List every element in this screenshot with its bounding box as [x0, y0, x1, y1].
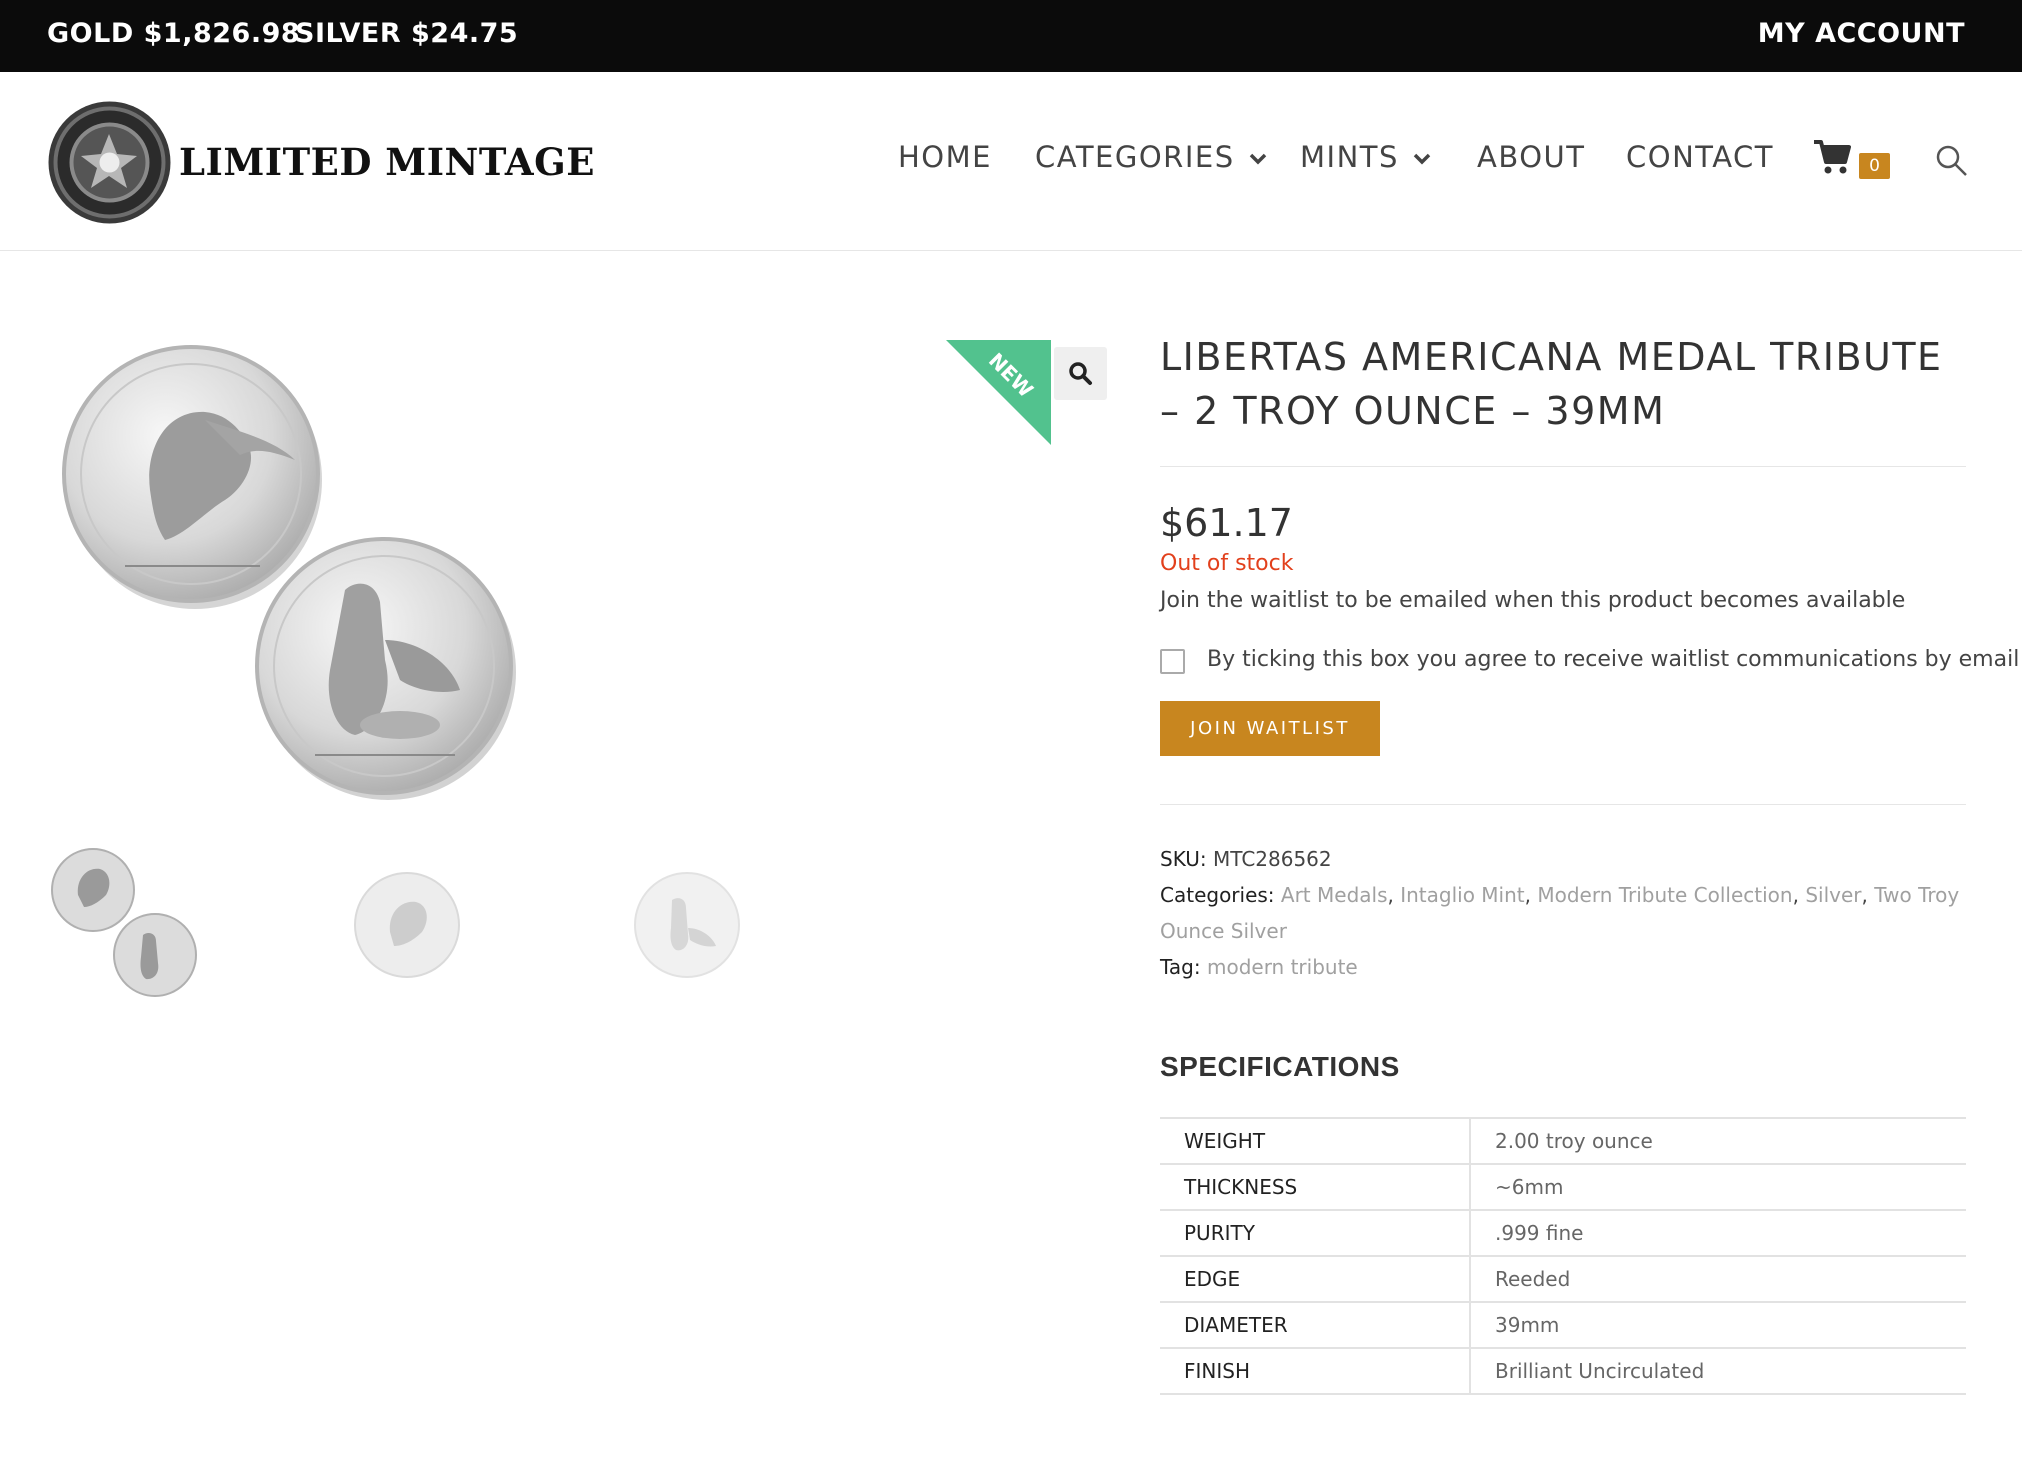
- spec-label: EDGE: [1160, 1256, 1471, 1303]
- thumbnail-2[interactable]: [352, 870, 462, 980]
- nav-mints[interactable]: MINTS: [1300, 140, 1431, 174]
- tag-label: Tag:: [1160, 955, 1201, 979]
- spec-value: 2.00 troy ounce: [1470, 1118, 1966, 1165]
- spec-value: .999 fine: [1470, 1210, 1966, 1257]
- sku-label: SKU:: [1160, 847, 1207, 871]
- spec-value: Reeded: [1470, 1256, 1966, 1303]
- sku-line: SKU: MTC286562: [1160, 841, 1966, 877]
- product-title: LIBERTAS AMERICANA MEDAL TRIBUTE – 2 TRO…: [1160, 335, 1943, 433]
- table-row: WEIGHT 2.00 troy ounce: [1160, 1118, 1966, 1165]
- consent-label[interactable]: By ticking this box you agree to receive…: [1207, 647, 2019, 672]
- chevron-down-icon: [1249, 153, 1266, 165]
- category-link[interactable]: Silver: [1805, 883, 1861, 907]
- search-button[interactable]: [1935, 144, 1969, 178]
- my-account-link[interactable]: MY ACCOUNT: [1758, 18, 1965, 49]
- tag-link[interactable]: modern tribute: [1207, 955, 1358, 979]
- tag-line: Tag: modern tribute: [1160, 949, 1966, 985]
- spec-label: THICKNESS: [1160, 1164, 1471, 1211]
- categories-line: Categories: Art Medals, Intaglio Mint, M…: [1160, 883, 1960, 943]
- cart-button[interactable]: 0: [1812, 138, 1892, 179]
- product-meta: SKU: MTC286562 Categories: Art Medals, I…: [1160, 841, 1966, 985]
- spec-label: PURITY: [1160, 1210, 1471, 1257]
- spec-label: FINISH: [1160, 1348, 1471, 1395]
- brand-wordmark: LIMITED MINTAGE: [179, 140, 595, 184]
- nav-about[interactable]: ABOUT: [1477, 140, 1586, 174]
- zoom-icon: [1069, 362, 1092, 385]
- stock-status: Out of stock: [1160, 551, 1294, 576]
- category-link[interactable]: Modern Tribute Collection: [1537, 883, 1792, 907]
- logo-seal: [48, 101, 171, 224]
- medal-pair-image: [62, 345, 516, 800]
- nav-home[interactable]: HOME: [898, 140, 992, 174]
- product-main-image[interactable]: [55, 340, 525, 800]
- table-row: EDGE Reeded: [1160, 1256, 1966, 1303]
- spec-label: DIAMETER: [1160, 1302, 1471, 1349]
- category-link[interactable]: Intaglio Mint: [1400, 883, 1524, 907]
- table-row: THICKNESS ~6mm: [1160, 1164, 1966, 1211]
- cart-icon: [1814, 140, 1851, 174]
- join-waitlist-button[interactable]: JOIN WAITLIST: [1160, 701, 1380, 756]
- new-badge: NEW: [946, 340, 1051, 445]
- nav-categories-label: CATEGORIES: [1035, 140, 1235, 174]
- table-row: PURITY .999 fine: [1160, 1210, 1966, 1257]
- silver-price: SILVER $24.75: [295, 18, 519, 49]
- specifications-table: WEIGHT 2.00 troy ounce THICKNESS ~6mm PURI…: [1160, 1117, 1966, 1395]
- nav-contact[interactable]: CONTACT: [1626, 140, 1774, 174]
- search-icon: [1936, 145, 1967, 176]
- waitlist-consent: By ticking this box you agree to receive…: [1160, 647, 2019, 677]
- thumbnail-1[interactable]: [48, 845, 208, 1005]
- spec-value: 39mm: [1470, 1302, 1966, 1349]
- table-row: FINISH Brilliant Uncirculated: [1160, 1348, 1966, 1395]
- specifications-heading: SPECIFICATIONS: [1160, 1051, 1400, 1082]
- site-header: LIMITED MINTAGE HOME CATEGORIES MINTS AB…: [0, 72, 2022, 251]
- waitlist-note: Join the waitlist to be emailed when thi…: [1160, 588, 1906, 613]
- nav-mints-label: MINTS: [1300, 140, 1399, 174]
- cart-count-badge: 0: [1859, 153, 1890, 179]
- top-bar: GOLD $1,826.98 SILVER $24.75 MY ACCOUNT: [0, 0, 2022, 72]
- thumbnail-3[interactable]: [632, 870, 742, 980]
- table-row: DIAMETER 39mm: [1160, 1302, 1966, 1349]
- consent-checkbox[interactable]: [1160, 649, 1185, 674]
- product-price: $61.17: [1160, 501, 1293, 545]
- divider: [1160, 466, 1966, 467]
- gold-price: GOLD $1,826.98: [47, 18, 301, 49]
- chevron-down-icon: [1413, 153, 1431, 165]
- divider: [1160, 804, 1966, 805]
- spec-value: Brilliant Uncirculated: [1470, 1348, 1966, 1395]
- category-link[interactable]: Art Medals: [1281, 883, 1388, 907]
- spec-value: ~6mm: [1470, 1164, 1966, 1211]
- nav-categories[interactable]: CATEGORIES: [1035, 140, 1267, 174]
- spec-label: WEIGHT: [1160, 1118, 1471, 1165]
- categories-label: Categories:: [1160, 883, 1275, 907]
- product-summary: LIBERTAS AMERICANA MEDAL TRIBUTE – 2 TRO…: [1160, 330, 2019, 1395]
- zoom-button[interactable]: [1054, 347, 1107, 400]
- sku-value: MTC286562: [1213, 847, 1332, 871]
- site-logo[interactable]: LIMITED MINTAGE: [47, 100, 594, 225]
